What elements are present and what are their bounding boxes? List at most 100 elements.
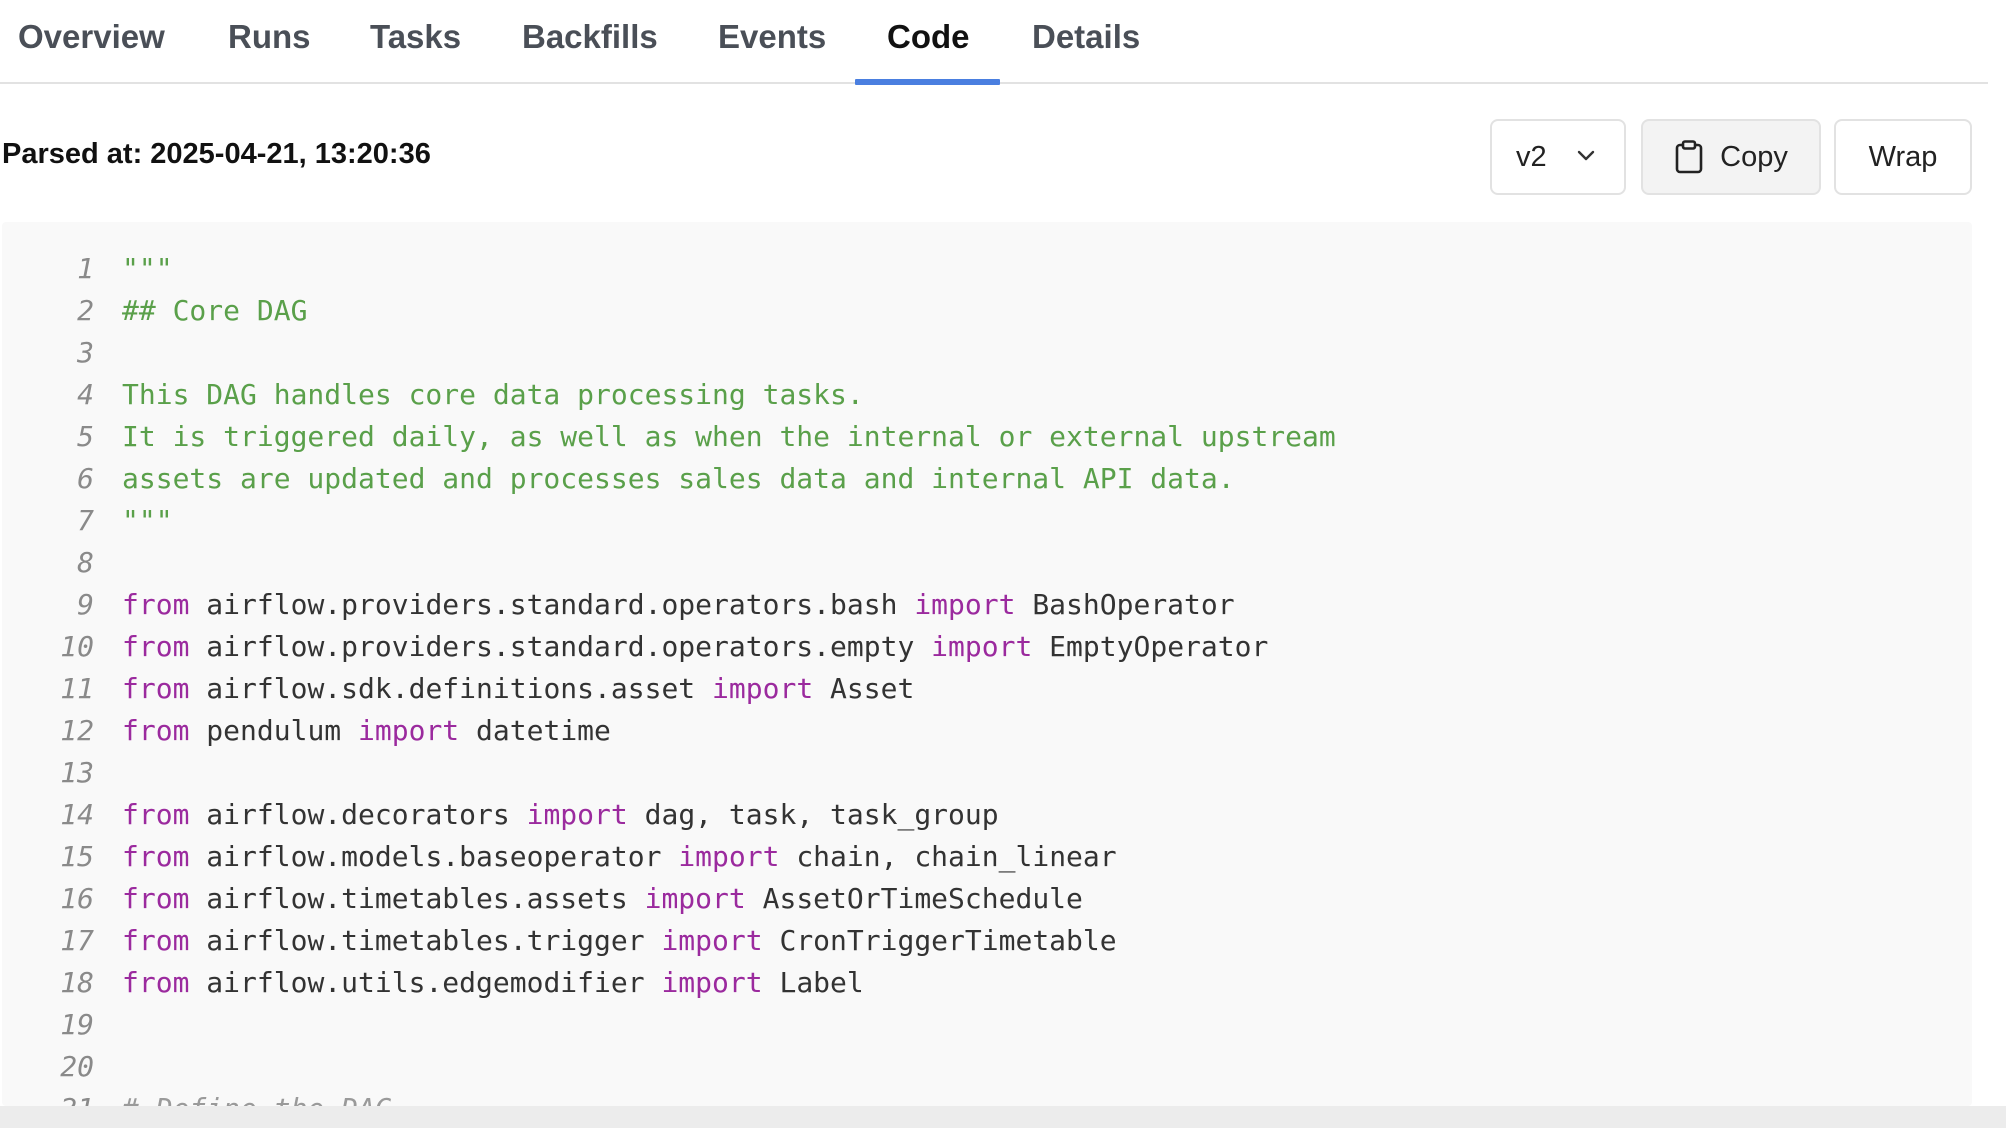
code-text: assets are updated and processes sales d… — [122, 458, 1235, 500]
line-number: 15 — [60, 840, 94, 873]
copy-button-label: Copy — [1720, 140, 1788, 173]
code-text: """ — [122, 500, 173, 542]
code-token: dag, task, task_group — [627, 798, 999, 831]
line-number: 20 — [60, 1050, 94, 1083]
line-number: 3 — [77, 336, 94, 369]
line-number: 13 — [60, 756, 94, 789]
code-token: ## Core DAG — [122, 294, 308, 327]
line-number: 16 — [60, 882, 94, 915]
tab-code[interactable]: Code — [887, 18, 970, 84]
code-token: from — [122, 840, 190, 873]
code-token: # Define the DAG — [122, 1092, 392, 1106]
clipboard-icon — [1675, 140, 1703, 174]
code-text: from airflow.sdk.definitions.asset impor… — [122, 668, 914, 710]
version-select[interactable]: v2 — [1490, 119, 1626, 195]
code-text: from airflow.decorators import dag, task… — [122, 794, 999, 836]
line-number: 1 — [77, 252, 94, 285]
tab-runs[interactable]: Runs — [228, 18, 311, 84]
code-token: from — [122, 966, 190, 999]
code-token: import — [526, 798, 628, 831]
line-number: 9 — [77, 588, 94, 621]
code-token: EmptyOperator — [1032, 630, 1269, 663]
code-text: This DAG handles core data processing ta… — [122, 374, 864, 416]
tab-tasks[interactable]: Tasks — [370, 18, 461, 84]
code-token: BashOperator — [1015, 588, 1235, 621]
code-token: AssetOrTimeSchedule — [745, 882, 1083, 915]
code-token: from — [122, 630, 190, 663]
code-text: from airflow.timetables.trigger import C… — [122, 920, 1117, 962]
code-token: airflow.models.baseoperator — [189, 840, 679, 873]
line-number: 4 — [77, 378, 94, 411]
code-text: ## Core DAG — [122, 290, 307, 332]
dag-code-page: Overview Runs Tasks Backfills Events Cod… — [0, 0, 2006, 1128]
code-token: import — [678, 840, 780, 873]
version-select-value: v2 — [1516, 140, 1547, 173]
code-token: airflow.timetables.assets — [189, 882, 645, 915]
code-text: """ — [122, 248, 173, 290]
wrap-button-label: Wrap — [1868, 140, 1938, 173]
code-token: This DAG handles core data processing ta… — [122, 378, 864, 411]
code-text: from airflow.models.baseoperator import … — [122, 836, 1117, 878]
line-number: 6 — [77, 462, 94, 495]
code-text: from airflow.providers.standard.operator… — [122, 584, 1235, 626]
code-token: """ — [122, 252, 173, 285]
horizontal-scrollbar[interactable] — [0, 1106, 2006, 1128]
code-text: from airflow.providers.standard.operator… — [122, 626, 1268, 668]
code-token: chain, chain_linear — [779, 840, 1117, 873]
line-number: 10 — [60, 630, 94, 663]
code-token: from — [122, 588, 190, 621]
line-number: 17 — [60, 924, 94, 957]
tab-backfills[interactable]: Backfills — [522, 18, 658, 84]
code-token: import — [712, 672, 814, 705]
code-token: import — [661, 966, 763, 999]
code-token: Asset — [813, 672, 915, 705]
code-text: from pendulum import datetime — [122, 710, 611, 752]
chevron-down-icon — [1577, 150, 1595, 161]
code-token: airflow.sdk.definitions.asset — [189, 672, 713, 705]
code-token: Label — [762, 966, 864, 999]
line-number: 14 — [60, 798, 94, 831]
line-number: 8 — [77, 546, 94, 579]
tab-events[interactable]: Events — [718, 18, 826, 84]
code-token: pendulum — [189, 714, 359, 747]
code-text: # Define the DAG — [122, 1088, 392, 1106]
line-number: 12 — [60, 714, 94, 747]
line-number: 18 — [60, 966, 94, 999]
code-token: CronTriggerTimetable — [762, 924, 1117, 957]
code-token: It is triggered daily, as well as when t… — [122, 420, 1336, 453]
code-token: import — [358, 714, 460, 747]
line-number: 11 — [60, 672, 94, 705]
tab-overview[interactable]: Overview — [18, 18, 165, 84]
code-token: import — [661, 924, 763, 957]
code-token: import — [931, 630, 1033, 663]
code-token: airflow.providers.standard.operators.emp… — [189, 630, 932, 663]
code-token: airflow.timetables.trigger — [189, 924, 662, 957]
line-number: 5 — [77, 420, 94, 453]
code-viewer[interactable]: 1 """ 2 ## Core DAG 3 4 This DAG handles core … — [2, 222, 1972, 1106]
code-token: from — [122, 924, 190, 957]
parsed-at-label: Parsed at: 2025-04-21, 13:20:36 — [2, 138, 431, 170]
code-text: from airflow.utils.edgemodifier import L… — [122, 962, 864, 1004]
code-token: assets are updated and processes sales d… — [122, 462, 1235, 495]
code-token: from — [122, 882, 190, 915]
code-token: """ — [122, 504, 173, 537]
code-text: It is triggered daily, as well as when t… — [122, 416, 1336, 458]
tab-bar: Overview Runs Tasks Backfills Events Cod… — [0, 0, 1988, 85]
copy-button[interactable]: Copy — [1641, 119, 1821, 195]
code-text: from airflow.timetables.assets import As… — [122, 878, 1083, 920]
code-token: airflow.providers.standard.operators.bas… — [189, 588, 915, 621]
code-token: from — [122, 798, 190, 831]
code-token: datetime — [459, 714, 611, 747]
line-number: 7 — [77, 504, 94, 537]
line-number: 2 — [77, 294, 94, 327]
line-number: 19 — [60, 1008, 94, 1041]
active-tab-indicator — [855, 79, 1000, 85]
code-token: airflow.decorators — [189, 798, 527, 831]
code-token: from — [122, 714, 190, 747]
code-token: from — [122, 672, 190, 705]
code-token: import — [914, 588, 1016, 621]
code-token: airflow.utils.edgemodifier — [189, 966, 662, 999]
tab-details[interactable]: Details — [1032, 18, 1140, 84]
wrap-button[interactable]: Wrap — [1834, 119, 1972, 195]
line-number: 21 — [2, 1088, 94, 1106]
